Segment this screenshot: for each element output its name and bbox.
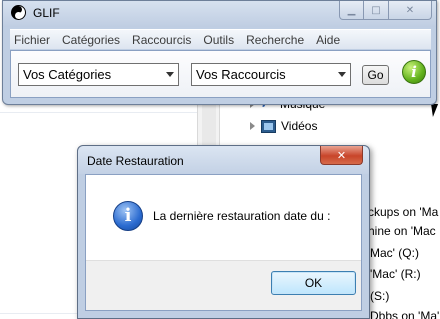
information-icon: i <box>113 201 143 231</box>
mouse-cursor-icon <box>431 104 440 117</box>
network-drive-item[interactable]: 'Mac' (R:) <box>370 267 421 281</box>
video-folder-icon <box>261 119 276 133</box>
close-icon: ✕ <box>336 148 347 162</box>
categories-selected-value: Vos Catégories <box>23 67 112 82</box>
menu-categories[interactable]: Catégories <box>58 33 126 47</box>
shortcuts-selected-value: Vos Raccourcis <box>196 67 286 82</box>
maximize-icon: □ <box>371 4 381 16</box>
expand-arrow-icon[interactable] <box>250 122 255 130</box>
go-button[interactable]: Go <box>362 65 389 85</box>
dialog-message: La dernière restauration date du : <box>153 209 331 223</box>
menu-raccourcis[interactable]: Raccourcis <box>128 33 197 47</box>
info-icon[interactable]: i <box>402 60 426 84</box>
close-icon: ✕ <box>405 4 415 16</box>
glif-window: GLIF ▁ □ ✕ Fichier Catégories Raccourcis… <box>2 0 437 105</box>
yin-yang-app-icon[interactable] <box>11 5 26 20</box>
close-button[interactable]: ✕ <box>389 1 432 20</box>
dialog-button-area: OK <box>86 260 361 310</box>
network-drive-item[interactable]: hine on 'Mac <box>368 224 436 238</box>
dialog-title: Date Restauration <box>87 154 184 168</box>
network-drive-item[interactable]: Dbbs on 'Ma' (T:) <box>370 309 440 319</box>
dialog-titlebar[interactable]: Date Restauration ✕ <box>78 146 369 174</box>
caption-buttons: ▁ □ ✕ <box>339 1 432 20</box>
chevron-down-icon[interactable] <box>338 72 346 77</box>
menu-outils[interactable]: Outils <box>199 33 240 47</box>
ok-button[interactable]: OK <box>271 271 356 295</box>
menu-aide[interactable]: Aide <box>312 33 346 47</box>
maximize-button[interactable]: □ <box>364 1 389 20</box>
pane-separator <box>0 112 197 113</box>
window-title: GLIF <box>33 6 60 20</box>
menu-bar: Fichier Catégories Raccourcis Outils Rec… <box>10 29 431 49</box>
shortcuts-dropdown[interactable]: Vos Raccourcis <box>191 63 351 86</box>
minimize-icon: ▁ <box>347 4 356 16</box>
menu-fichier[interactable]: Fichier <box>10 33 56 47</box>
chevron-down-icon[interactable] <box>166 72 174 77</box>
glif-titlebar[interactable]: GLIF ▁ □ ✕ <box>3 1 436 27</box>
categories-dropdown[interactable]: Vos Catégories <box>18 63 179 86</box>
network-drive-item[interactable]: (S:) <box>370 289 389 303</box>
tree-item-videos[interactable]: Vidéos <box>250 119 317 133</box>
tree-item-label: Vidéos <box>281 119 318 133</box>
network-drive-item[interactable]: Mac' (Q:) <box>370 246 419 260</box>
dialog-content: i La dernière restauration date du : OK <box>85 174 362 311</box>
network-drive-item[interactable]: ckups on 'Ma <box>368 205 438 219</box>
menu-recherche[interactable]: Recherche <box>242 33 310 47</box>
restore-date-dialog: Date Restauration ✕ i La dernière restau… <box>77 145 370 319</box>
toolbar: Vos Catégories Vos Raccourcis Go i <box>10 50 431 98</box>
minimize-button[interactable]: ▁ <box>339 1 364 20</box>
dialog-close-button[interactable]: ✕ <box>320 146 363 165</box>
